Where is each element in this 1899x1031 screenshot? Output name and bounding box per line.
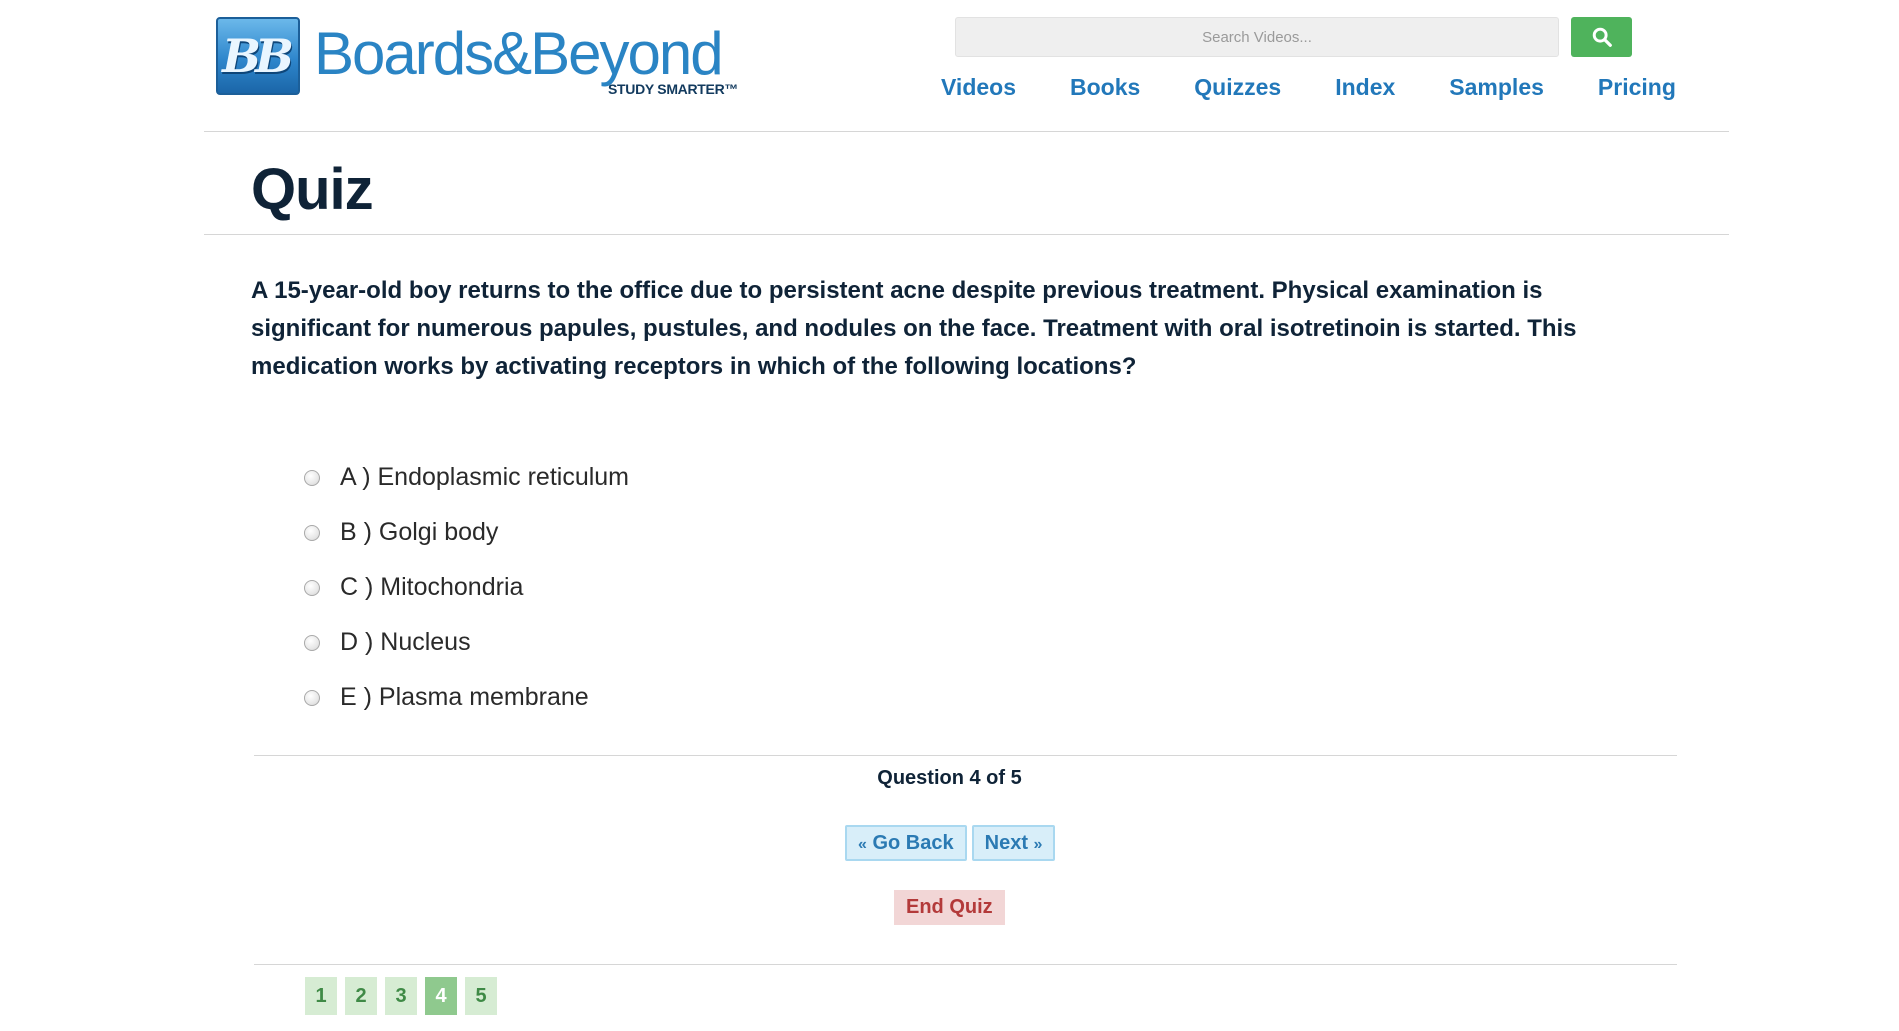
answer-options: A ) Endoplasmic reticulum B ) Golgi body… [304, 450, 629, 725]
page-link-3[interactable]: 3 [385, 977, 417, 1015]
option-d[interactable]: D ) Nucleus [304, 615, 629, 670]
question-pager: 1 2 3 4 5 [305, 977, 505, 1015]
next-button[interactable]: Next » [971, 825, 1056, 861]
title-divider [204, 234, 1729, 235]
logo-badge: BB [216, 17, 300, 95]
go-back-label: Go Back [872, 831, 954, 854]
radio-button[interactable] [304, 634, 320, 651]
option-e[interactable]: E ) Plasma membrane [304, 670, 629, 725]
search-icon [1592, 27, 1612, 47]
page-link-5[interactable]: 5 [465, 977, 497, 1015]
go-back-button[interactable]: « Go Back [845, 825, 967, 861]
radio-button[interactable] [304, 524, 320, 541]
page-link-1[interactable]: 1 [305, 977, 337, 1015]
option-label: E ) Plasma membrane [340, 683, 589, 711]
option-a[interactable]: A ) Endoplasmic reticulum [304, 450, 629, 505]
page-link-4-current[interactable]: 4 [425, 977, 457, 1015]
question-progress: Question 4 of 5 [877, 767, 1022, 789]
pager-divider [254, 964, 1677, 965]
nav-videos[interactable]: Videos [941, 74, 1016, 101]
option-label: C ) Mitochondria [340, 573, 524, 601]
search-input[interactable] [955, 17, 1559, 57]
site-logo[interactable]: BB Boards&Beyond STUDY SMARTER™ [216, 17, 738, 97]
option-label: B ) Golgi body [340, 518, 499, 546]
end-quiz-button[interactable]: End Quiz [894, 890, 1005, 925]
nav-samples[interactable]: Samples [1449, 74, 1544, 101]
main-nav: Videos Books Quizzes Index Samples Prici… [941, 74, 1676, 101]
options-divider [254, 755, 1677, 756]
radio-button[interactable] [304, 469, 320, 486]
nav-quizzes[interactable]: Quizzes [1194, 74, 1281, 101]
logo-tagline: STUDY SMARTER™ [608, 81, 739, 97]
nav-index[interactable]: Index [1335, 74, 1395, 101]
logo-text: Boards&Beyond STUDY SMARTER™ [314, 17, 738, 97]
option-c[interactable]: C ) Mitochondria [304, 560, 629, 615]
option-b[interactable]: B ) Golgi body [304, 505, 629, 560]
chevron-left-icon: « [858, 835, 867, 853]
quiz-navigation: « Go Back Next » [845, 825, 1060, 861]
nav-pricing[interactable]: Pricing [1598, 74, 1676, 101]
next-label: Next [984, 831, 1028, 854]
search-button[interactable] [1571, 17, 1632, 57]
nav-books[interactable]: Books [1070, 74, 1140, 101]
logo-wordmark: Boards&Beyond [314, 20, 724, 87]
option-label: A ) Endoplasmic reticulum [340, 463, 630, 491]
option-label: D ) Nucleus [340, 628, 471, 656]
radio-button[interactable] [304, 579, 320, 596]
chevron-right-icon: » [1033, 835, 1043, 853]
page-title: Quiz [251, 157, 374, 222]
radio-button[interactable] [304, 689, 320, 706]
question-text: A 15-year-old boy returns to the office … [251, 277, 1577, 380]
header-divider [204, 131, 1729, 132]
page-link-2[interactable]: 2 [345, 977, 377, 1015]
